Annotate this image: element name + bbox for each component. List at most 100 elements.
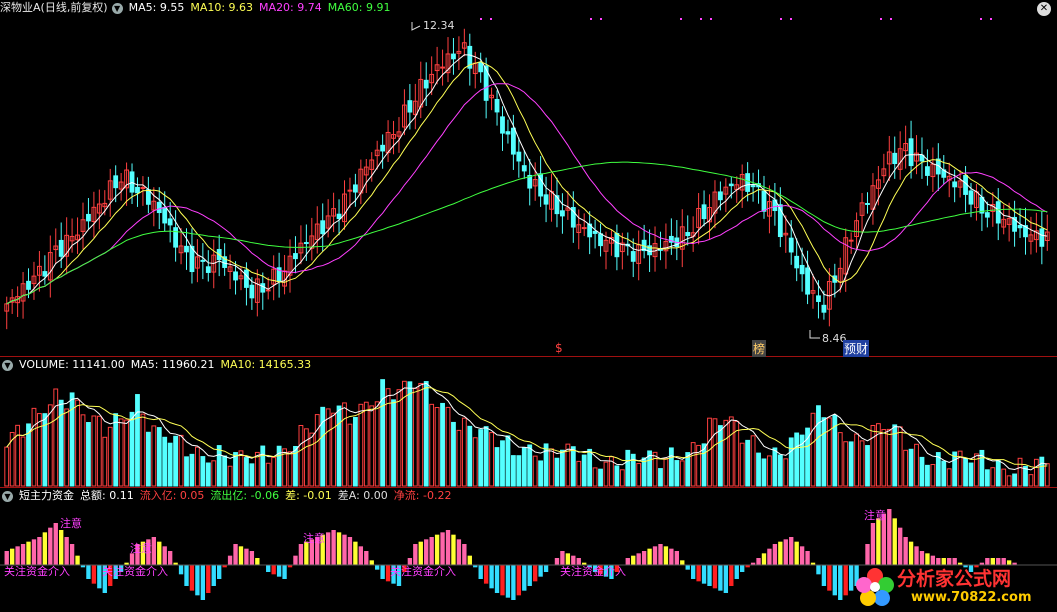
fund-outflow-bar — [500, 565, 505, 596]
fund-inflow-bar — [48, 527, 53, 565]
chart-canvas[interactable] — [0, 0, 1057, 612]
volume-bar — [467, 425, 473, 487]
fund-inflow-bar — [418, 541, 423, 565]
annotation-buy: 关注资金介入 — [560, 565, 626, 578]
volume-bar — [314, 414, 320, 487]
ma5-line — [6, 54, 1048, 305]
event-mark-forecast[interactable]: 预财 — [843, 340, 870, 357]
fund-inflow-bar — [325, 532, 331, 565]
fund-inflow-bar — [336, 532, 342, 565]
volume-bar — [309, 432, 315, 487]
fund-inflow-bar — [69, 544, 75, 565]
volume-bar — [500, 440, 505, 487]
candle — [761, 190, 767, 212]
candle — [805, 267, 810, 295]
fund-inflow-bar — [462, 544, 467, 565]
fund-outflow-bar — [527, 565, 532, 586]
ma60-line — [6, 161, 1048, 305]
volume-bar — [363, 401, 369, 487]
volume-bar — [538, 460, 544, 487]
volume-bar — [745, 439, 751, 487]
fund-inflow-bar — [227, 555, 233, 565]
fund-outflow-bar — [276, 565, 282, 577]
volume-bar — [102, 436, 108, 487]
fund-outflow-bar — [483, 565, 489, 584]
volume-bar — [521, 447, 527, 487]
event-mark-rank[interactable]: 榜 — [752, 340, 767, 357]
candle — [293, 253, 298, 260]
candle — [848, 239, 854, 242]
watermark-text: 分析家公式网 — [897, 568, 1012, 590]
volume-bar — [930, 464, 936, 487]
fund-inflow-bar — [369, 560, 374, 565]
candle — [205, 266, 211, 273]
volume-bar — [429, 403, 435, 487]
volume-bar — [919, 456, 925, 487]
candle — [728, 183, 734, 187]
fund-inflow-bar — [892, 518, 897, 565]
candle — [58, 239, 64, 257]
fund-outflow-bar — [86, 565, 91, 579]
fund-inflow-bar — [255, 558, 260, 565]
volume-bar — [80, 414, 86, 487]
volume-bar — [86, 422, 91, 487]
volume-bar — [298, 424, 304, 487]
volume-bar — [870, 424, 876, 487]
candle — [260, 283, 266, 293]
volume-bar — [107, 426, 113, 487]
fund-outflow-bar — [478, 565, 483, 579]
candle — [598, 233, 603, 247]
candle — [423, 79, 429, 89]
volume-bar — [756, 452, 761, 487]
ma10-line — [6, 61, 1048, 305]
fund-inflow-bar — [167, 551, 173, 565]
candle — [42, 271, 48, 277]
fund-inflow-bar — [789, 537, 794, 565]
fund-inflow-bar — [919, 551, 925, 565]
volume-bar — [570, 446, 576, 487]
volume-bar — [668, 447, 674, 487]
candle — [233, 271, 238, 281]
volume-bar — [352, 416, 358, 487]
high-price-label: 12.34 — [423, 19, 455, 32]
fund-outflow-bar — [538, 565, 543, 577]
fund-inflow-bar — [652, 546, 658, 565]
candle — [184, 245, 189, 253]
volume-bar — [941, 460, 947, 487]
fund-outflow-bar — [189, 565, 195, 591]
candle — [500, 116, 505, 134]
candle — [451, 53, 456, 60]
volume-bar — [113, 413, 119, 487]
candle — [865, 202, 870, 205]
fund-inflow-bar — [53, 523, 58, 565]
volume-bar — [325, 408, 331, 487]
signal-dot — [710, 18, 712, 20]
volume-bar — [407, 381, 413, 487]
volume-bar — [276, 445, 282, 487]
volume-bar — [412, 387, 418, 487]
volume-bar — [984, 469, 990, 487]
signal-dot — [980, 18, 982, 20]
fund-inflow-bar — [42, 532, 48, 565]
event-mark-dollar[interactable]: $ — [555, 341, 563, 355]
fund-inflow-bar — [353, 541, 358, 565]
fund-outflow-bar — [380, 565, 385, 579]
fund-inflow-bar — [663, 546, 669, 565]
candle — [952, 181, 958, 188]
fund-inflow-bar — [75, 555, 80, 565]
fund-inflow-bar — [631, 555, 636, 565]
candle — [336, 213, 342, 220]
fund-outflow-bar — [375, 565, 380, 570]
candle — [821, 304, 827, 313]
volume-bar — [249, 463, 255, 487]
fund-outflow-bar — [211, 565, 216, 586]
candle — [701, 204, 707, 220]
volume-bar — [1001, 468, 1007, 487]
fund-inflow-bar — [767, 548, 772, 565]
fund-outflow-bar — [543, 565, 549, 572]
volume-bar — [156, 427, 162, 487]
volume-bar — [897, 426, 903, 487]
volume-bar — [233, 452, 238, 487]
fund-outflow-bar — [206, 565, 211, 593]
volume-bar — [560, 449, 565, 487]
